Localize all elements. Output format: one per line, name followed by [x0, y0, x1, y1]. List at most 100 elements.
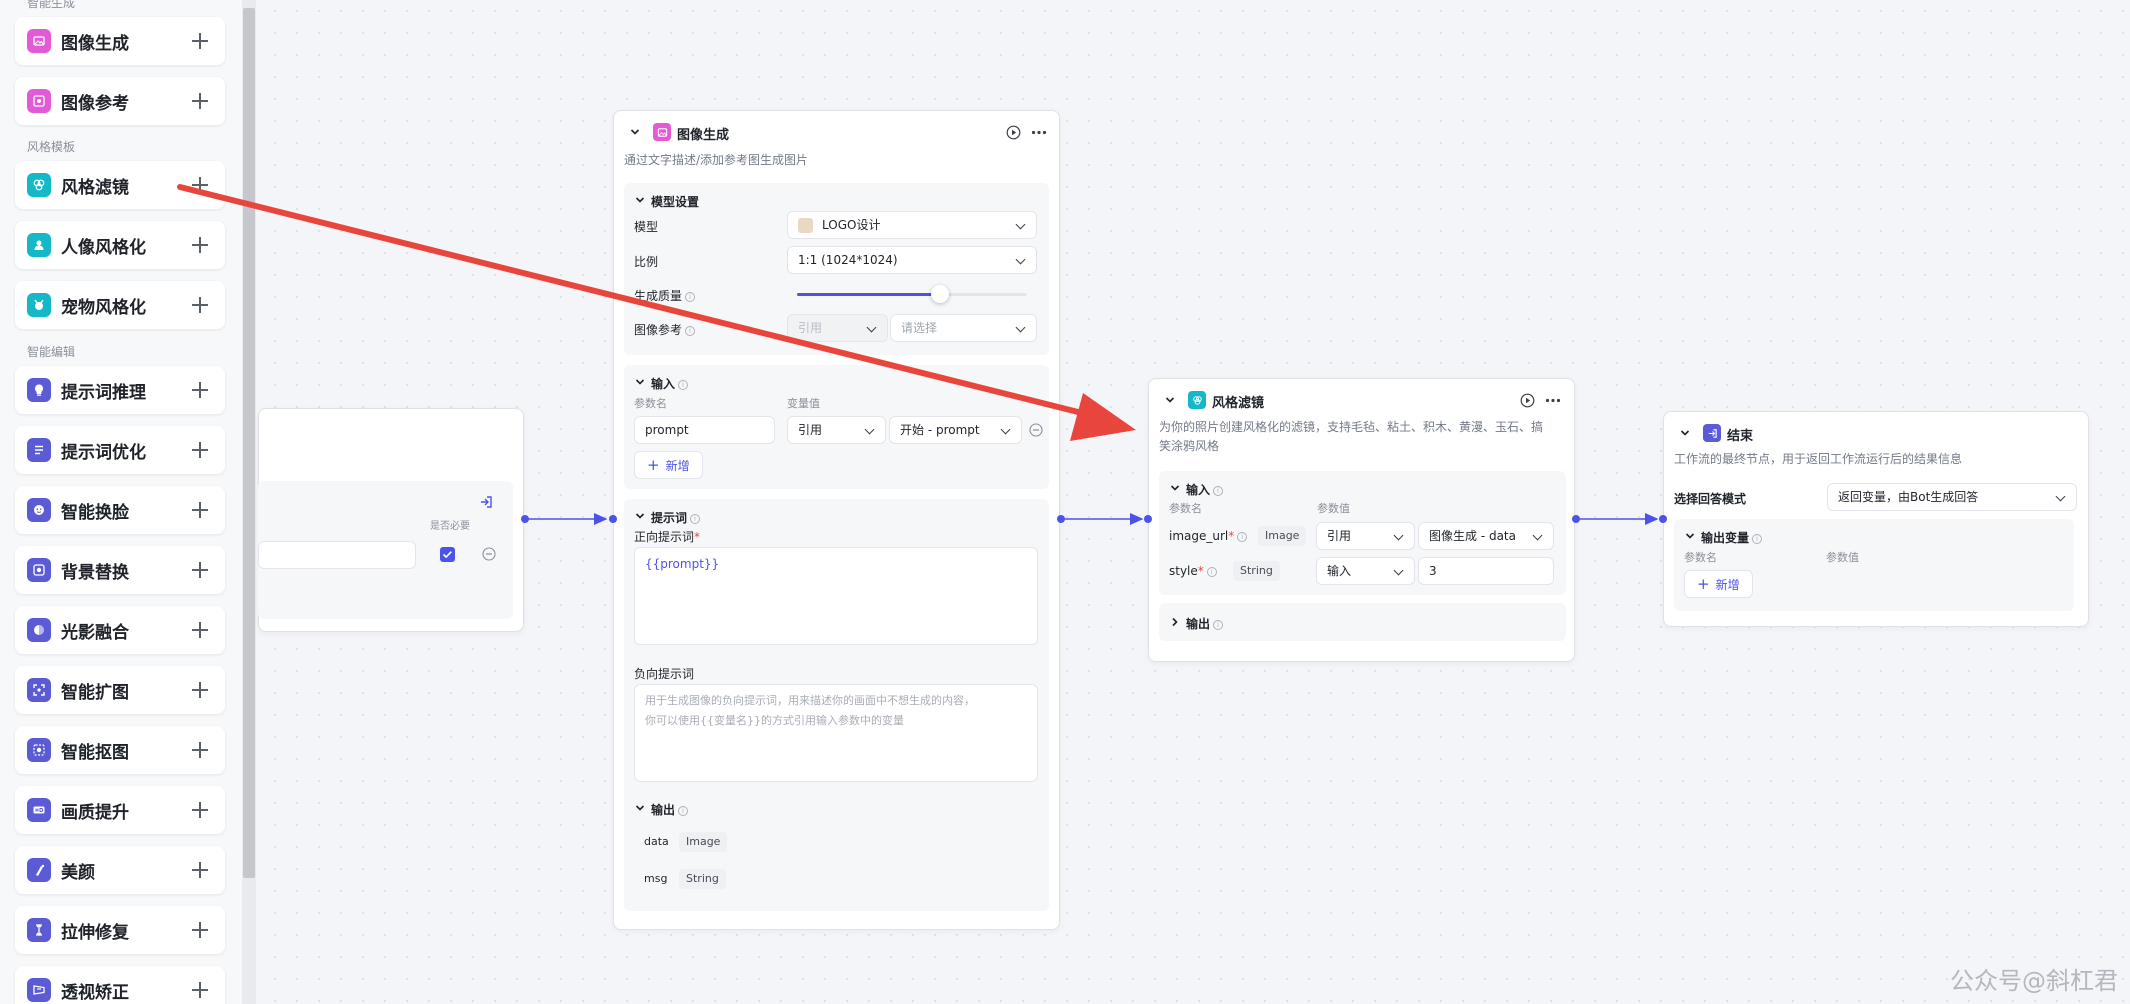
info-icon: i: [678, 805, 689, 816]
answer-mode-select[interactable]: 返回变量，由Bot生成回答: [1827, 483, 2077, 511]
sidebar-item[interactable]: 智能扩图: [15, 666, 225, 714]
end-node[interactable]: 结束 工作流的最终节点，用于返回工作流运行后的结果信息 选择回答模式 返回变量，…: [1663, 411, 2089, 627]
add-node-plus-icon[interactable]: [191, 741, 209, 759]
filter-input-chevron-icon[interactable]: [1169, 482, 1181, 494]
expand-icon: [27, 678, 51, 702]
sidebar-item[interactable]: 拉伸修复: [15, 906, 225, 954]
add-output-var-button[interactable]: + 新增: [1684, 570, 1753, 598]
image-gen-node[interactable]: 图像生成 通过文字描述/添加参考图生成图片 模型设置 模型 LOGO设计 比例 …: [613, 110, 1060, 930]
var-value-header: 变量值: [787, 397, 820, 410]
end-in-port[interactable]: [1659, 515, 1667, 523]
add-node-plus-icon[interactable]: [191, 621, 209, 639]
start-node-out-port[interactable]: [521, 515, 529, 523]
sidebar-item[interactable]: 光影融合: [15, 606, 225, 654]
add-node-plus-icon[interactable]: [191, 561, 209, 579]
info-icon: i: [685, 325, 696, 336]
param-mode-select[interactable]: 引用: [787, 416, 886, 444]
image-gen-out-port[interactable]: [1057, 515, 1065, 523]
import-icon[interactable]: [479, 495, 493, 509]
cutout-icon: [27, 738, 51, 762]
collapse-chevron-icon[interactable]: [1679, 427, 1691, 439]
add-node-plus-icon[interactable]: [191, 32, 209, 50]
add-node-plus-icon[interactable]: [191, 921, 209, 939]
watermark: 公众号@斜杠君: [1950, 967, 2118, 995]
remove-param-icon[interactable]: [1029, 423, 1043, 437]
output-section: 输出 i data Image msg String: [624, 791, 1049, 911]
sidebar-scrollbar-thumb[interactable]: [243, 8, 255, 878]
add-node-plus-icon[interactable]: [191, 501, 209, 519]
output-vars-chevron-icon[interactable]: [1684, 530, 1696, 542]
more-icon[interactable]: [1545, 398, 1561, 403]
add-node-plus-icon[interactable]: [191, 176, 209, 194]
add-node-plus-icon[interactable]: [191, 861, 209, 879]
image-gen-in-port[interactable]: [609, 515, 617, 523]
positive-prompt-textarea[interactable]: {{prompt}}: [634, 547, 1038, 645]
style-mode-select[interactable]: 输入: [1316, 557, 1415, 585]
required-checkbox[interactable]: [440, 547, 455, 562]
param-type-tag: String: [1233, 561, 1280, 581]
collapse-chevron-icon[interactable]: [629, 126, 641, 138]
filter-in-port[interactable]: [1144, 515, 1152, 523]
quality-slider[interactable]: [797, 285, 1027, 303]
add-node-plus-icon[interactable]: [191, 441, 209, 459]
param-name-header: 参数名: [634, 397, 667, 410]
sidebar-item[interactable]: 智能换脸: [15, 486, 225, 534]
remove-icon[interactable]: [482, 547, 496, 561]
add-node-plus-icon[interactable]: [191, 296, 209, 314]
image-url-ref-select[interactable]: 图像生成 - data: [1418, 522, 1554, 550]
add-node-plus-icon[interactable]: [191, 981, 209, 999]
ratio-select[interactable]: 1:1 (1024*1024): [787, 246, 1037, 274]
param-value-header: 参数值: [1317, 502, 1350, 515]
sidebar-item[interactable]: 人像风格化: [15, 221, 225, 269]
run-icon[interactable]: [1006, 125, 1021, 140]
negative-prompt-textarea[interactable]: 用于生成图像的负向提示词，用来描述你的画面中不想生成的内容， 你可以使用{{变量…: [634, 684, 1038, 782]
sidebar-item[interactable]: 背景替换: [15, 546, 225, 594]
sidebar-item[interactable]: 图像参考: [15, 77, 225, 125]
style-value-input[interactable]: 3: [1418, 557, 1554, 585]
sidebar-item[interactable]: 美颜: [15, 846, 225, 894]
add-node-plus-icon[interactable]: [191, 236, 209, 254]
start-node[interactable]: 是否必要: [258, 408, 524, 632]
add-node-plus-icon[interactable]: [191, 92, 209, 110]
sidebar-item[interactable]: 宠物风格化: [15, 281, 225, 329]
sidebar-item[interactable]: 提示词优化: [15, 426, 225, 474]
sidebar-item-label: 智能换脸: [61, 502, 129, 523]
filter-out-port[interactable]: [1572, 515, 1580, 523]
model-select[interactable]: LOGO设计: [787, 211, 1037, 239]
filter-output-section: 输出 i: [1159, 603, 1566, 641]
sidebar-item[interactable]: 风格滤镜: [15, 161, 225, 209]
add-input-button[interactable]: + 新增: [634, 451, 703, 479]
image-gen-node-title: 图像生成: [677, 128, 730, 143]
info-icon: i: [1237, 531, 1248, 542]
run-icon[interactable]: [1520, 393, 1535, 408]
prompt-section-chevron-icon[interactable]: [634, 510, 646, 522]
style-filter-node[interactable]: 风格滤镜 为你的照片创建风格化的滤镜，支持毛毡、粘土、积木、黄漫、玉石、搞 笑涂…: [1148, 378, 1575, 662]
collapse-chevron-icon[interactable]: [1164, 394, 1176, 406]
model-section-chevron-icon[interactable]: [634, 194, 646, 206]
param-name-input[interactable]: prompt: [634, 416, 775, 444]
light-icon: [27, 618, 51, 642]
param-ref-select[interactable]: 开始 - prompt: [889, 416, 1022, 444]
input-section: 输入 i 参数名 变量值 prompt 引用 开始 - prompt + 新增: [624, 365, 1049, 489]
sidebar-item[interactable]: 透视矫正: [15, 966, 225, 1004]
positive-prompt-label: 正向提示词*: [634, 530, 701, 544]
filter-node-icon: [1188, 391, 1206, 409]
more-icon[interactable]: [1031, 130, 1047, 135]
add-node-plus-icon[interactable]: [191, 801, 209, 819]
image-url-mode-select[interactable]: 引用: [1316, 522, 1415, 550]
add-node-plus-icon[interactable]: [191, 681, 209, 699]
filter-input-title: 输入 i: [1186, 481, 1224, 498]
expand-chevron-icon[interactable]: [1169, 616, 1181, 628]
add-node-plus-icon[interactable]: [191, 381, 209, 399]
sidebar-item[interactable]: 提示词推理: [15, 366, 225, 414]
start-param-input[interactable]: [258, 541, 416, 569]
image-reference-select[interactable]: 请选择: [890, 314, 1037, 342]
quality-slider-knob[interactable]: [930, 285, 949, 303]
sidebar-item[interactable]: 画质提升: [15, 786, 225, 834]
ratio-label: 比例: [634, 255, 659, 269]
sidebar-item-label: 光影融合: [61, 622, 129, 643]
sidebar-item[interactable]: 图像生成: [15, 17, 225, 65]
sidebar-item[interactable]: 智能抠图: [15, 726, 225, 774]
input-section-chevron-icon[interactable]: [634, 376, 646, 388]
output-section-chevron-icon[interactable]: [634, 802, 646, 814]
